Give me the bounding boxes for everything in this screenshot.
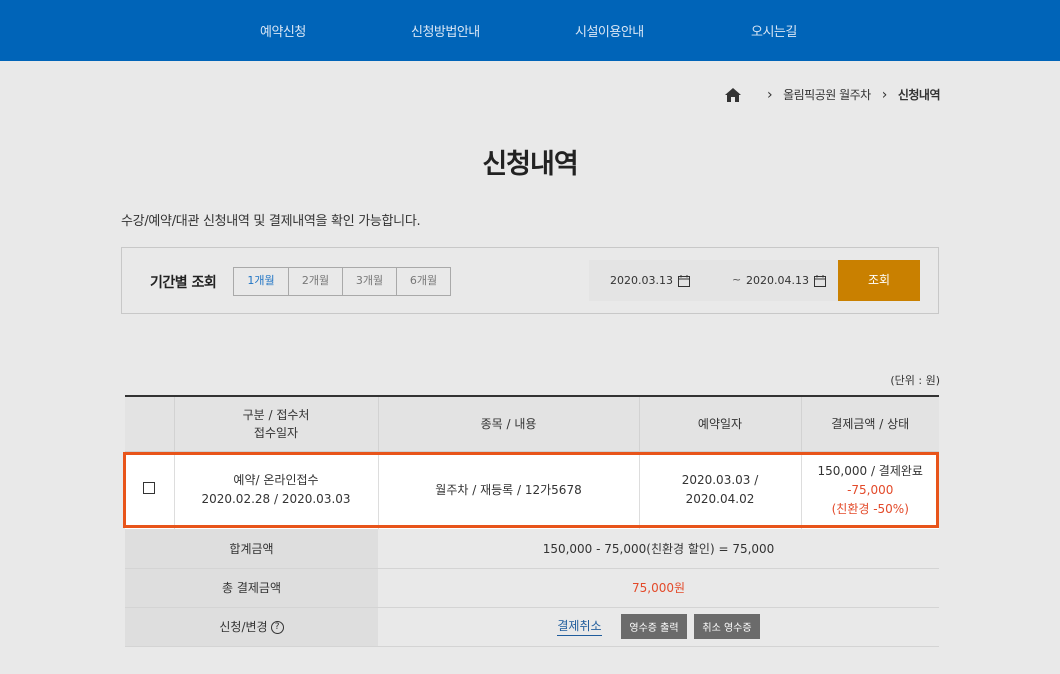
search-button[interactable]: 조회: [838, 260, 920, 301]
end-date-field[interactable]: 2020.04.13: [746, 274, 826, 287]
final-value: 75,000원: [378, 568, 939, 608]
period-6-month-button[interactable]: 6개월: [396, 268, 450, 295]
change-label: 신청/변경: [219, 620, 268, 634]
row-type: 예약/ 온라인접수: [233, 473, 319, 488]
row-amount-cell: 150,000 / 결제완료 -75,000 (친환경 -50%): [800, 451, 939, 529]
period-3-month-button[interactable]: 3개월: [342, 268, 396, 295]
date-range: 2020.03.13 ~ 2020.04.13: [589, 260, 839, 301]
history-table: 구분 / 접수처 접수일자 종목 / 내용 예약일자 결제금액 / 상태 예약/…: [123, 395, 939, 647]
period-2-month-button[interactable]: 2개월: [288, 268, 342, 295]
header-amount-status: 결제금액 / 상태: [800, 396, 939, 452]
row-received-dates: 2020.02.28 / 2020.03.03: [201, 492, 351, 507]
table-header-row: 구분 / 접수처 접수일자 종목 / 내용 예약일자 결제금액 / 상태: [125, 396, 939, 452]
filter-label: 기간별 조회: [150, 275, 217, 291]
nav-item-directions[interactable]: 오시는길: [751, 21, 797, 40]
print-receipt-button[interactable]: 영수증 출력: [621, 614, 687, 639]
header-type-date: 구분 / 접수처 접수일자: [173, 396, 378, 452]
period-button-group: 1개월 2개월 3개월 6개월: [233, 267, 451, 296]
payment-cancel-link[interactable]: 결제취소: [557, 619, 602, 636]
row-content: 월주차 / 재등록 / 12가5678: [377, 451, 639, 529]
row-reserve-end: 2020.04.02: [685, 492, 755, 507]
help-circle-icon[interactable]: ?: [270, 621, 284, 634]
row-type-cell: 예약/ 온라인접수 2020.02.28 / 2020.03.03: [173, 451, 378, 529]
chevron-right-icon: ›: [766, 86, 773, 103]
breadcrumb: › 올림픽공원 월주차 › 신청내역: [724, 86, 941, 103]
nav-item-facility-info[interactable]: 시설이용안내: [575, 21, 644, 40]
chevron-right-icon: ›: [881, 86, 888, 103]
summary-final-row: 총 결제금액 75,000원: [125, 568, 939, 608]
header-reserve-date: 예약일자: [638, 396, 801, 452]
summary-total-row: 합계금액 150,000 - 75,000(친환경 할인) = 75,000: [125, 529, 939, 569]
row-discount-note: (친환경 -50%): [831, 501, 909, 516]
row-checkbox[interactable]: [143, 481, 156, 494]
row-amount-status: 150,000 / 결제완료: [817, 463, 923, 478]
final-label: 총 결제금액: [125, 568, 378, 608]
page-title: 신청내역: [482, 149, 578, 180]
change-label-cell: 신청/변경?: [125, 607, 378, 647]
header-type: 구분 / 접수처: [242, 407, 310, 422]
header-select: [125, 396, 174, 452]
action-cell: 결제취소 영수증 출력 취소 영수증: [378, 607, 939, 647]
nav-item-how-to-apply[interactable]: 신청방법안내: [411, 21, 480, 40]
row-reserve-cell: 2020.03.03 / 2020.04.02: [638, 451, 801, 529]
header-received-date: 접수일자: [253, 425, 299, 440]
period-1-month-button[interactable]: 1개월: [234, 268, 288, 295]
row-reserve-start: 2020.03.03 /: [681, 473, 759, 488]
table-row: 예약/ 온라인접수 2020.02.28 / 2020.03.03 월주차 / …: [125, 451, 939, 529]
summary-action-row: 신청/변경? 결제취소 영수증 출력 취소 영수증: [125, 607, 939, 647]
calendar-icon[interactable]: [813, 274, 826, 287]
top-navigation: 예약신청 신청방법안내 시설이용안내 오시는길: [0, 0, 1060, 61]
start-date-field[interactable]: 2020.03.13: [610, 274, 690, 287]
row-discount: -75,000: [847, 482, 894, 497]
nav-item-reservation[interactable]: 예약신청: [260, 21, 306, 40]
total-value: 150,000 - 75,000(친환경 할인) = 75,000: [378, 529, 939, 569]
unit-label: (단위 : 원): [890, 374, 940, 387]
period-filter: 기간별 조회 1개월 2개월 3개월 6개월 2020.03.13 ~ 2020…: [121, 247, 939, 314]
date-separator: ~: [732, 273, 742, 286]
home-icon[interactable]: [724, 87, 742, 103]
cancel-receipt-button[interactable]: 취소 영수증: [694, 614, 760, 639]
calendar-icon[interactable]: [677, 274, 690, 287]
row-select-cell: [125, 451, 174, 529]
breadcrumb-current: 신청내역: [897, 88, 941, 102]
page-description: 수강/예약/대관 신청내역 및 결제내역을 확인 가능합니다.: [121, 214, 421, 229]
total-label: 합계금액: [125, 529, 378, 569]
end-date-value: 2020.04.13: [746, 274, 809, 287]
start-date-value: 2020.03.13: [610, 274, 673, 287]
header-content: 종목 / 내용: [377, 396, 639, 452]
breadcrumb-level1[interactable]: 올림픽공원 월주차: [783, 86, 871, 103]
